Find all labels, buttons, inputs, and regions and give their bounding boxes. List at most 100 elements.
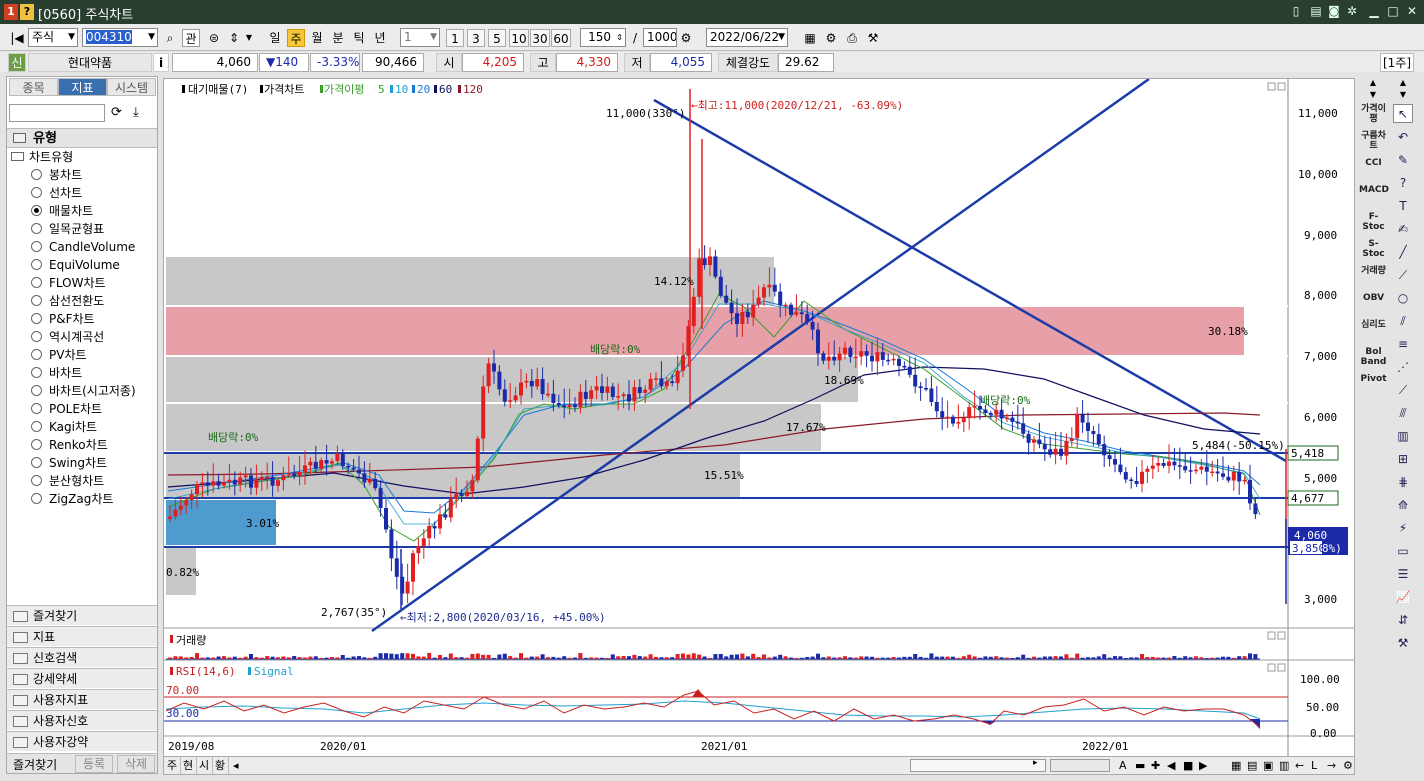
indicator-button[interactable]: OBV xyxy=(1359,293,1388,316)
indicator-button[interactable]: 거래량 xyxy=(1359,266,1388,289)
fibo-tool-icon[interactable]: ⫻ xyxy=(1393,403,1413,422)
save-chart-icon[interactable]: ▤ xyxy=(1244,757,1260,774)
radio-icon[interactable] xyxy=(31,475,42,486)
bottom-tab[interactable]: 현 xyxy=(180,757,198,774)
scroll-right-icon[interactable]: ▸ xyxy=(1033,758,1038,768)
chart-type-option[interactable]: 바차트(시고저종) xyxy=(31,382,136,400)
excel-icon[interactable]: ▦ xyxy=(1228,757,1244,774)
watch-button[interactable]: 관 xyxy=(182,29,200,47)
indicator-button[interactable]: 가격이평 xyxy=(1359,104,1388,127)
tools-icon[interactable]: ⚒ xyxy=(864,29,882,47)
chart-type-option[interactable]: Renko차트 xyxy=(31,436,108,454)
camera-icon[interactable]: ◙ xyxy=(1326,3,1342,19)
scroll-up-icon[interactable]: ▲ xyxy=(1360,78,1386,88)
scroll-up-icon[interactable]: ▲ xyxy=(1390,78,1416,88)
chart-tool-icon[interactable]: 📈 xyxy=(1393,587,1413,606)
close-icon[interactable]: ✕ xyxy=(1404,3,1420,19)
spin-updown-icon[interactable]: ⇕ xyxy=(226,29,242,47)
first-page-icon[interactable]: |◀ xyxy=(8,29,26,47)
bottom-tab[interactable]: 주 xyxy=(164,757,182,774)
chart-type-option[interactable]: 일목균형표 xyxy=(31,220,104,238)
indicator-button[interactable]: F-Stoc xyxy=(1359,212,1388,235)
cursor-icon[interactable]: ↖ xyxy=(1393,104,1413,123)
radio-icon[interactable] xyxy=(31,457,42,468)
fan-tool-icon[interactable]: ⟋ xyxy=(1393,380,1413,399)
layout-icon[interactable]: ▣ xyxy=(1260,757,1276,774)
line-tool-icon[interactable]: ╱ xyxy=(1393,242,1413,261)
link-chart-icon[interactable]: ⊜ xyxy=(205,29,223,47)
trend-tool-icon[interactable]: ⟋ xyxy=(1393,265,1413,284)
indicator-button[interactable]: CCI xyxy=(1359,158,1388,181)
undo-icon[interactable]: ↶ xyxy=(1393,127,1413,146)
quick-60[interactable]: 60 xyxy=(551,29,571,47)
folder-item[interactable]: 강세약세 xyxy=(7,668,157,688)
pane-restore-icon[interactable] xyxy=(1267,631,1276,640)
folder-item[interactable]: 사용자지표 xyxy=(7,689,157,709)
cycle-tool-icon[interactable]: ⋕ xyxy=(1393,472,1413,491)
chart-area[interactable]: 대기매물(7) 가격차트 가격이평 5 10 20 60 120 11,000(… xyxy=(163,77,1355,757)
maximize-icon[interactable]: □ xyxy=(1385,3,1401,19)
erase-all-icon[interactable]: ✎ xyxy=(1393,150,1413,169)
play-icon[interactable]: ▶ xyxy=(1196,757,1210,774)
chart-type-option[interactable]: 봉차트 xyxy=(31,166,82,184)
period-week[interactable]: 주 xyxy=(287,29,305,47)
calendar-icon[interactable]: ▦ xyxy=(801,29,819,47)
interval-select[interactable]: 1 ▼ xyxy=(400,28,440,47)
radio-icon[interactable] xyxy=(31,205,42,216)
chart-canvas[interactable]: 대기매물(7) 가격차트 가격이평 5 10 20 60 120 11,000(… xyxy=(164,77,1354,756)
tree-root[interactable]: 차트유형 xyxy=(11,148,73,166)
link-icon[interactable]: ▯ xyxy=(1288,3,1304,19)
search-input[interactable] xyxy=(9,104,105,122)
radio-icon[interactable] xyxy=(31,187,42,198)
forward-icon[interactable]: → xyxy=(1324,757,1339,774)
radio-icon[interactable] xyxy=(31,169,42,180)
tab-system[interactable]: 시스템 xyxy=(107,78,156,96)
chart-type-option[interactable]: Kagi차트 xyxy=(31,418,97,436)
chevron-down-icon[interactable]: ▼ xyxy=(244,29,254,47)
zoom-in-icon[interactable]: ✚ xyxy=(1148,757,1163,774)
parallel-tool-icon[interactable]: ≡ xyxy=(1393,334,1413,353)
save-icon[interactable]: ▤ xyxy=(1308,3,1324,19)
register-button[interactable]: 등록 xyxy=(75,755,113,773)
scroll-left-icon[interactable]: ◂ xyxy=(230,757,242,774)
radio-icon[interactable] xyxy=(31,295,42,306)
settings-icon[interactable]: ✲ xyxy=(1344,3,1360,19)
quick-10[interactable]: 10 xyxy=(509,29,529,47)
indicator-button[interactable]: 심리도 xyxy=(1359,320,1388,343)
quick-3[interactable]: 3 xyxy=(467,29,485,47)
cross-tool-icon[interactable]: ⊞ xyxy=(1393,449,1413,468)
radio-icon[interactable] xyxy=(31,421,42,432)
chart-type-option[interactable]: POLE차트 xyxy=(31,400,102,418)
scrollbar[interactable]: ▸ xyxy=(910,758,1046,772)
radio-icon[interactable] xyxy=(31,223,42,234)
quick-1[interactable]: 1 xyxy=(446,29,464,47)
pane-close-icon[interactable] xyxy=(1277,663,1286,672)
circle-tool-icon[interactable]: ○ xyxy=(1393,288,1413,307)
back-icon[interactable]: ← xyxy=(1292,757,1307,774)
chart-type-option[interactable]: FLOW차트 xyxy=(31,274,106,292)
config-icon[interactable]: ⚙ xyxy=(822,29,840,47)
quick-5[interactable]: 5 xyxy=(488,29,506,47)
minimize-icon[interactable]: ▁ xyxy=(1366,3,1382,19)
print-icon[interactable]: ⎙ xyxy=(843,29,861,47)
chart-type-option[interactable]: EquiVolume xyxy=(31,256,120,274)
indicator-button[interactable]: Pivot xyxy=(1359,374,1388,397)
radio-icon[interactable] xyxy=(31,403,42,414)
radio-icon[interactable] xyxy=(31,439,42,450)
chart-type-option[interactable]: P&F차트 xyxy=(31,310,95,328)
prev-icon[interactable]: ◀ xyxy=(1164,757,1178,774)
chart-type-option[interactable]: PV차트 xyxy=(31,346,87,364)
pane-close-icon[interactable] xyxy=(1277,631,1286,640)
radio-icon[interactable] xyxy=(31,493,42,504)
total-input[interactable]: 1000 xyxy=(643,28,677,47)
market-select[interactable]: 주식 ▼ xyxy=(28,28,78,47)
text-tool-icon[interactable]: T xyxy=(1393,196,1413,215)
compare-tool-icon[interactable]: ⇵ xyxy=(1393,610,1413,629)
help-badge[interactable]: ? xyxy=(20,4,34,20)
folder-item[interactable]: 신호검색 xyxy=(7,647,157,667)
radio-icon[interactable] xyxy=(31,367,42,378)
folder-item[interactable]: 사용자강약 xyxy=(7,731,157,751)
radio-icon[interactable] xyxy=(31,277,42,288)
chart-type-option[interactable]: Swing차트 xyxy=(31,454,107,472)
speed-tool-icon[interactable]: ⟰ xyxy=(1393,495,1413,514)
